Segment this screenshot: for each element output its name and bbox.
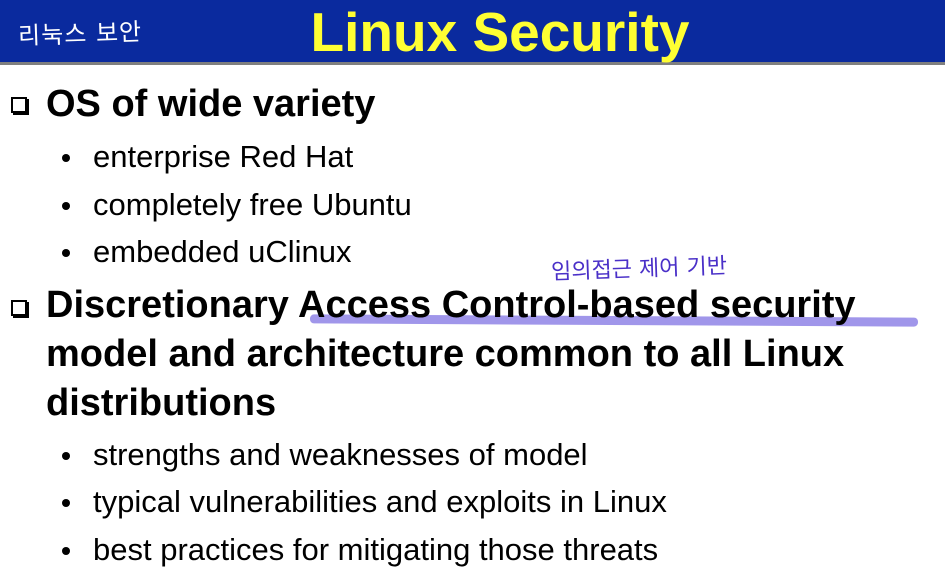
handwritten-title-note: 리눅스 보안 bbox=[17, 17, 143, 51]
sub-bullet-best-practices: best practices for mitigating those thre… bbox=[93, 532, 659, 567]
sub-bullet-strengths: strengths and weaknesses of model bbox=[93, 437, 588, 472]
sub-bullet-uclinux: embedded uClinux bbox=[93, 234, 352, 269]
round-bullet-icon bbox=[62, 202, 70, 210]
title-bar: 리눅스 보안 Linux Security bbox=[0, 0, 945, 65]
sub-bullet-red-hat: enterprise Red Hat bbox=[93, 139, 354, 174]
slide-title: Linux Security bbox=[310, 1, 690, 63]
bullet-dac-line-3: distributions bbox=[46, 382, 277, 424]
bullet-dac-line-2: model and architecture common to all Lin… bbox=[46, 333, 845, 375]
square-bullet-icon bbox=[11, 97, 27, 113]
round-bullet-icon bbox=[62, 452, 70, 460]
bullet-dac-line-1: Discretionary Access Control-based secur… bbox=[46, 284, 856, 326]
sub-bullet-vulnerabilities: typical vulnerabilities and exploits in … bbox=[93, 484, 667, 519]
round-bullet-icon bbox=[62, 154, 70, 162]
square-bullet-icon bbox=[11, 300, 27, 316]
round-bullet-icon bbox=[62, 249, 70, 257]
bullet-os-variety: OS of wide variety bbox=[46, 83, 376, 125]
round-bullet-icon bbox=[62, 547, 70, 555]
sub-bullet-ubuntu: completely free Ubuntu bbox=[93, 187, 412, 222]
round-bullet-icon bbox=[62, 499, 70, 507]
